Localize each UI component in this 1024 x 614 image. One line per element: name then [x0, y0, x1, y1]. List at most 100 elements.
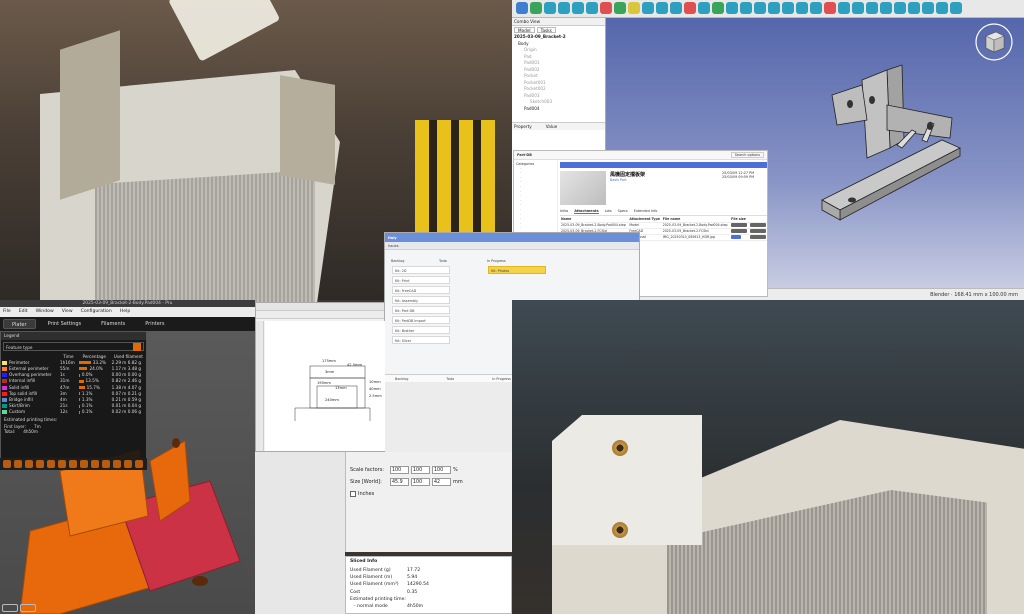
- top-view-icon[interactable]: [572, 2, 584, 14]
- mirror-icon[interactable]: [684, 2, 696, 14]
- thread-icon[interactable]: [796, 2, 808, 14]
- size-z-field[interactable]: 42: [432, 478, 451, 486]
- collapse-icon[interactable]: [3, 460, 11, 468]
- info-value: 17.72: [407, 568, 421, 573]
- inches-checkbox[interactable]: [350, 491, 356, 497]
- tab-plater[interactable]: Plater: [3, 319, 36, 329]
- partdb-search[interactable]: Search options: [730, 152, 764, 158]
- front-view-icon[interactable]: [558, 2, 570, 14]
- view-fit-icon[interactable]: [516, 2, 528, 14]
- pattern-icon[interactable]: [698, 2, 710, 14]
- menu-file[interactable]: File: [3, 307, 11, 317]
- draft-icon[interactable]: [810, 2, 822, 14]
- brass-insert: [612, 522, 628, 538]
- retract-icon[interactable]: [47, 460, 55, 468]
- box-icon[interactable]: [544, 2, 556, 14]
- kanban-brand[interactable]: Huly: [388, 236, 397, 240]
- shells-icon[interactable]: [124, 460, 132, 468]
- feature-type-select[interactable]: Feature type: [3, 342, 144, 351]
- chain-icon[interactable]: [880, 2, 892, 14]
- drawing-canvas[interactable]: 175mm 42.5mm 3mm 190mm 10mm 40mm 240mm 1…: [265, 321, 385, 451]
- tab-filaments[interactable]: Filaments: [93, 319, 133, 329]
- part-icon[interactable]: [908, 2, 920, 14]
- feature-icon[interactable]: [14, 460, 22, 468]
- tab-specs[interactable]: Specs: [618, 209, 628, 214]
- legend-panel: Legend Feature type Time Percentage Used…: [0, 331, 147, 469]
- size-y-field[interactable]: 100: [411, 478, 430, 486]
- slicer-menubar: File Edit Window View Configuration Help: [0, 307, 255, 317]
- scale-x-field[interactable]: 100: [390, 466, 409, 474]
- size-badge: [730, 222, 749, 229]
- scale-factors-label: Scale factors:: [350, 467, 384, 473]
- tab-model[interactable]: Model: [514, 27, 535, 33]
- dim-label: 2.5mm: [369, 394, 382, 398]
- drawing-menubar: [256, 303, 384, 311]
- loft-icon[interactable]: [754, 2, 766, 14]
- measure-icon[interactable]: [600, 2, 612, 14]
- download-button[interactable]: [749, 222, 766, 227]
- size-x-field[interactable]: 45.9: [390, 478, 409, 486]
- fillet-icon[interactable]: [656, 2, 668, 14]
- kanban-card[interactable]: Kit: Photos: [488, 266, 546, 274]
- scale-y-field[interactable]: 100: [411, 466, 430, 474]
- tab-tasks[interactable]: Tasks: [536, 27, 556, 33]
- seam-icon[interactable]: [69, 460, 77, 468]
- boolean-icon[interactable]: [824, 2, 836, 14]
- menu-window[interactable]: Window: [36, 307, 54, 317]
- menu-help[interactable]: Help: [120, 307, 130, 317]
- custom-gcode-icon[interactable]: [113, 460, 121, 468]
- chamfer-icon[interactable]: [670, 2, 682, 14]
- menu-edit[interactable]: Edit: [19, 307, 28, 317]
- datum-icon[interactable]: [712, 2, 724, 14]
- part-category[interactable]: Basis Part: [610, 178, 718, 182]
- travel-icon[interactable]: [25, 460, 33, 468]
- deretract-icon[interactable]: [58, 460, 66, 468]
- footer-todo[interactable]: Todo: [446, 377, 454, 381]
- sketch-icon[interactable]: [614, 2, 626, 14]
- part-thumbnail[interactable]: [560, 171, 606, 205]
- chevron-down-icon[interactable]: [133, 343, 141, 351]
- tool-change-icon[interactable]: [80, 460, 88, 468]
- download-button[interactable]: [749, 228, 766, 233]
- tab-print-settings[interactable]: Print Settings: [40, 319, 90, 329]
- cube-icon[interactable]: [135, 460, 143, 468]
- tab-infos[interactable]: Infos: [560, 209, 568, 214]
- tab-printers[interactable]: Printers: [137, 319, 172, 329]
- pad-icon[interactable]: [628, 2, 640, 14]
- import-icon[interactable]: [936, 2, 948, 14]
- menu-configuration[interactable]: Configuration: [81, 307, 112, 317]
- shell-icon[interactable]: [838, 2, 850, 14]
- hole-icon[interactable]: [782, 2, 794, 14]
- groove-icon[interactable]: [866, 2, 878, 14]
- pause-icon[interactable]: [102, 460, 110, 468]
- wipe-icon[interactable]: [36, 460, 44, 468]
- view-icon[interactable]: [2, 604, 18, 612]
- legend-col-percentage: Percentage: [82, 353, 107, 359]
- navigation-cube[interactable]: [974, 22, 1014, 62]
- kanban-filter[interactable]: Issues: [388, 244, 399, 248]
- sweep-icon[interactable]: [768, 2, 780, 14]
- settings-icon[interactable]: [950, 2, 962, 14]
- footer-progress[interactable]: In Progress: [492, 377, 511, 381]
- scale-z-field[interactable]: 100: [432, 466, 451, 474]
- legend-row[interactable]: Perimeter 1h16m 33.2% 2.29 m 6.82 g: [1, 359, 146, 365]
- zoom-icon[interactable]: [530, 2, 542, 14]
- tab-extended-info[interactable]: Extended Info: [634, 209, 658, 214]
- join-icon[interactable]: [740, 2, 752, 14]
- cut-icon[interactable]: [726, 2, 738, 14]
- partdb-brand[interactable]: Part-DB: [517, 153, 532, 157]
- tree-pad004[interactable]: Pad004: [512, 106, 605, 113]
- right-view-icon[interactable]: [586, 2, 598, 14]
- tab-attachments[interactable]: Attachments: [574, 209, 599, 214]
- tab-lots[interactable]: Lots: [605, 209, 612, 214]
- export-icon[interactable]: [922, 2, 934, 14]
- menu-view[interactable]: View: [62, 307, 73, 317]
- legend-title[interactable]: Legend: [1, 332, 146, 340]
- color-change-icon[interactable]: [91, 460, 99, 468]
- view-icon[interactable]: [20, 604, 36, 612]
- download-button[interactable]: [749, 234, 766, 239]
- body-icon[interactable]: [894, 2, 906, 14]
- footer-backlog[interactable]: Backlog: [395, 377, 408, 381]
- pocket-icon[interactable]: [642, 2, 654, 14]
- revolve-icon[interactable]: [852, 2, 864, 14]
